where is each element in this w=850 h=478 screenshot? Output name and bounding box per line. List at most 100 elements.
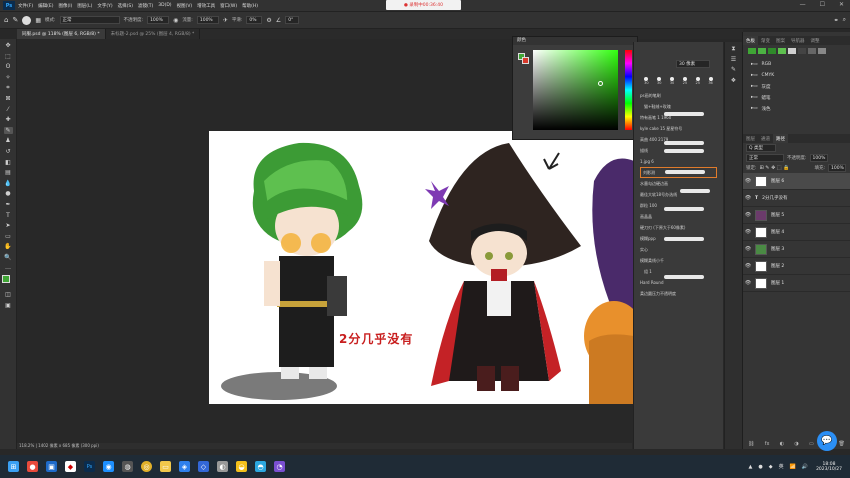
flow-field[interactable]: 100% (196, 16, 219, 24)
menu-edit[interactable]: 编辑(E) (38, 3, 53, 9)
chat-icon[interactable]: 💬 (817, 431, 837, 451)
app-icon[interactable]: ◇ (198, 461, 209, 472)
brush-folder[interactable]: 模糊柔线小千 (634, 255, 723, 266)
brush-item[interactable]: 最佳大软18号办选线 (634, 189, 723, 200)
menu-image[interactable]: 图像(I) (58, 3, 72, 9)
hue-slider[interactable] (625, 50, 632, 130)
app-icon[interactable]: ◈ (179, 461, 190, 472)
properties-icon[interactable]: ☰ (729, 56, 738, 63)
brush-item[interactable]: 实心 (634, 244, 723, 255)
swatch-folder-gray[interactable]: ▸▭ 灰度 (743, 81, 850, 92)
brushes-panel-icon[interactable]: ❖ (729, 77, 738, 84)
photoshop-taskbar-icon[interactable]: Ps (84, 461, 95, 472)
swatch[interactable] (758, 48, 766, 54)
tray-app-icon[interactable]: ◆ (769, 464, 773, 470)
brush-item[interactable]: 描线 (634, 145, 723, 156)
brush-tool-icon[interactable]: ✎ (12, 16, 18, 24)
layer-row[interactable]: 👁 图层 6 (743, 173, 850, 190)
brush-item[interactable]: 水墨勾边硬边画 (634, 178, 723, 189)
color-picker-cursor[interactable] (598, 81, 603, 86)
swatch[interactable] (788, 48, 796, 54)
layer-row[interactable]: 👁 T 2分几乎没有 (743, 190, 850, 207)
fg-bg-swatches[interactable] (518, 53, 530, 65)
menu-type[interactable]: 文字(Y) (97, 3, 112, 9)
layer-row[interactable]: 👁 图层 1 (743, 275, 850, 292)
symmetry-icon[interactable]: ⚭ (834, 17, 839, 24)
brush-tip[interactable]: 25 (695, 77, 700, 85)
tab-adjustments[interactable]: 调整 (808, 36, 823, 45)
brush-item-selected[interactable]: 刘影测 (640, 167, 717, 178)
mode-select[interactable]: 正常 (59, 16, 120, 24)
chrome-icon[interactable]: ◎ (141, 461, 152, 472)
history-icon[interactable]: ⧗ (729, 45, 738, 52)
blur-tool-icon[interactable]: 💧 (4, 180, 13, 187)
home-icon[interactable]: ⌂ (4, 16, 8, 24)
menu-3d[interactable]: 3D(D) (158, 3, 171, 8)
tab-document-1[interactable]: 同服.psd @ 118% (图层 6, RGB/8) * (17, 29, 106, 39)
mask-icon[interactable]: ◐ (780, 441, 784, 447)
app-icon[interactable]: ◓ (255, 461, 266, 472)
app-icon[interactable]: ◐ (217, 461, 228, 472)
eye-icon[interactable]: 👁 (743, 178, 753, 184)
frame-tool-icon[interactable]: ⊠ (4, 95, 13, 102)
folder-icon[interactable]: ▭ (160, 461, 171, 472)
menu-layer[interactable]: 图层(L) (77, 3, 92, 9)
swatch[interactable] (748, 48, 756, 54)
menu-select[interactable]: 选择(S) (118, 3, 133, 9)
lock-icon[interactable]: ⊞ ✎ ✥ ⬚ 🔒 (760, 165, 790, 171)
quick-select-tool-icon[interactable]: ✧ (4, 74, 13, 81)
move-tool-icon[interactable]: ✥ (4, 42, 13, 49)
color-swatches[interactable] (2, 275, 15, 288)
swatch[interactable] (818, 48, 826, 54)
minimize-icon[interactable]: — (800, 1, 806, 8)
brush-tip[interactable]: 30 (657, 77, 661, 85)
brush-settings-icon[interactable]: ▦ (35, 17, 41, 24)
layer-row[interactable]: 👁 图层 4 (743, 224, 850, 241)
layer-opacity-field[interactable]: 100% (809, 154, 828, 162)
stamp-tool-icon[interactable]: ♟ (4, 137, 13, 144)
smooth-field[interactable]: 0% (246, 16, 263, 24)
tray-app-icon[interactable]: ● (758, 464, 762, 470)
tray-icons[interactable]: ▲ ● ◆ 英 📶 🔊 (748, 463, 808, 471)
adjustment-icon[interactable]: ◑ (794, 441, 798, 447)
swatch-folder-rgb[interactable]: ▸▭ RGB (743, 59, 850, 70)
brush-item[interactable]: Hard Round (634, 275, 723, 288)
close-icon[interactable]: ✕ (839, 1, 844, 8)
path-select-icon[interactable]: ➤ (4, 222, 13, 229)
tab-document-2[interactable]: 未标题-2.psd @ 25% (图层 4, RGB/8) * (106, 29, 201, 39)
brush-preset-icon[interactable] (22, 15, 32, 25)
brush-item[interactable]: 特有画笔 1 1960 (634, 112, 723, 123)
tab-patterns[interactable]: 图案 (773, 36, 788, 45)
gradient-tool-icon[interactable]: ▤ (4, 169, 13, 176)
swatch[interactable] (768, 48, 776, 54)
brush-item[interactable]: 画晶晶 (634, 207, 723, 222)
brush-item[interactable]: 模糊ppp (634, 233, 723, 244)
lasso-tool-icon[interactable]: ʘ (4, 63, 13, 70)
airbrush-icon[interactable]: ✈ (223, 17, 228, 24)
tab-paths[interactable]: 路径 (773, 134, 788, 143)
brush-tip[interactable]: 36 (708, 77, 713, 85)
quick-mask-icon[interactable]: ◫ (4, 291, 13, 298)
document-canvas[interactable]: 2分几乎没有 (209, 131, 634, 404)
brush-folder[interactable]: ps画的笔刷 (634, 90, 723, 101)
dodge-tool-icon[interactable]: ● (4, 190, 13, 197)
type-tool-icon[interactable]: T (4, 212, 13, 219)
layer-filter-select[interactable]: Q 类型 (746, 144, 776, 152)
swatch[interactable] (798, 48, 806, 54)
history-brush-icon[interactable]: ↺ (4, 148, 13, 155)
fx-icon[interactable]: fx (765, 441, 770, 447)
recording-indicator[interactable]: ● 录制中00:36:40 (386, 0, 461, 10)
volume-icon[interactable]: 🔊 (802, 464, 808, 470)
brush-tip[interactable]: 25 (683, 77, 687, 85)
fill-field[interactable]: 100% (828, 164, 846, 172)
crop-tool-icon[interactable]: ⌗ (4, 84, 13, 91)
eye-icon[interactable]: 👁 (743, 280, 753, 286)
app-icon[interactable]: ◒ (236, 461, 247, 472)
swatch-folder-pastel[interactable]: ▸▭ 蜡笔 (743, 92, 850, 103)
foreground-color[interactable] (2, 275, 10, 284)
app-icon[interactable]: ◔ (274, 461, 285, 472)
hand-tool-icon[interactable]: ✋ (4, 243, 13, 250)
background-swatch[interactable] (522, 57, 529, 64)
app-icon[interactable]: ● (27, 461, 38, 472)
angle-field[interactable]: 0° (285, 16, 300, 24)
